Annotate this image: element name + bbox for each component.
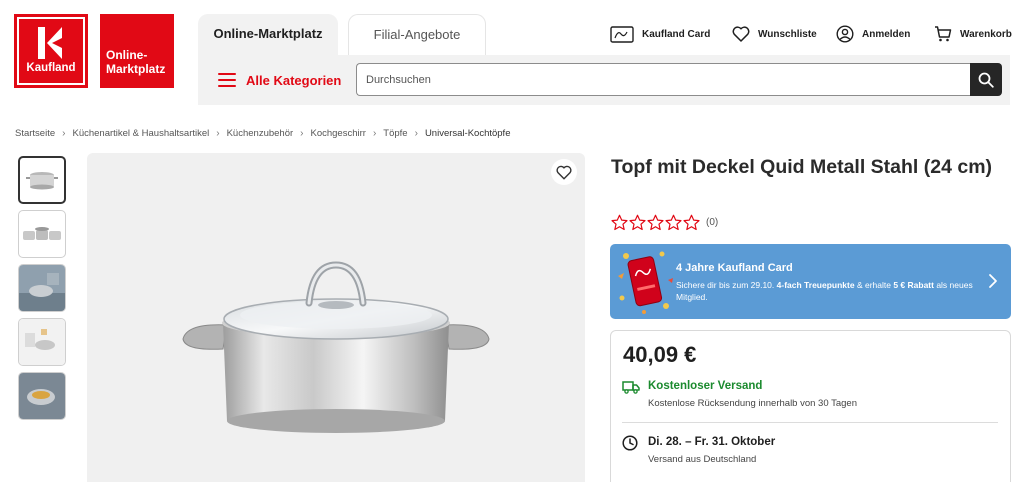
breadcrumb-item[interactable]: Töpfe: [383, 128, 407, 139]
free-shipping-title: Kostenloser Versand: [648, 380, 763, 392]
user-icon: [836, 25, 854, 43]
breadcrumb: Startseite › Küchenartikel & Haushaltsart…: [15, 128, 510, 139]
promo-text-part: Sichere dir bis zum 29.10.: [676, 280, 777, 290]
pot-set-thumbnail-image: [23, 227, 61, 240]
star-icon: [611, 214, 628, 231]
hamburger-icon: [218, 73, 236, 87]
product-thumbnail[interactable]: [18, 318, 66, 366]
chevron-right-icon: ›: [300, 128, 304, 139]
tab-filial-angebote[interactable]: Filial-Angebote: [348, 14, 486, 56]
kaufland-k-icon: [38, 27, 62, 59]
promo-text-part: & erhalte: [854, 280, 894, 290]
breadcrumb-item[interactable]: Startseite: [15, 128, 55, 139]
wishlist-label: Wunschliste: [758, 28, 817, 40]
product-main-image[interactable]: [87, 153, 585, 482]
all-categories-button[interactable]: Alle Kategorien: [218, 70, 341, 90]
cooking-pot-illustration: [182, 261, 490, 433]
breadcrumb-item[interactable]: Kochgeschirr: [311, 128, 366, 139]
delivery-date: Di. 28. – Fr. 31. Oktober: [648, 436, 776, 448]
kitchen-bright-thumbnail-image: [19, 319, 65, 365]
search-input[interactable]: [356, 63, 970, 96]
kaufland-card-label: Kaufland Card: [642, 28, 711, 40]
tab-online-marktplatz[interactable]: Online-Marktplatz: [198, 14, 338, 56]
kaufland-card-promo-illustration: [618, 251, 673, 314]
cart-link[interactable]: Warenkorb: [934, 24, 1012, 44]
chevron-right-icon: ›: [216, 128, 220, 139]
chevron-right-icon: ›: [372, 128, 377, 139]
cooking-thumbnail-image: [19, 373, 65, 419]
search-icon: [978, 72, 994, 88]
kaufland-card-icon: [610, 26, 634, 43]
product-thumbnail[interactable]: [18, 264, 66, 312]
product-thumbnail[interactable]: [18, 210, 66, 258]
product-title: Topf mit Deckel Quid Metall Stahl (24 cm…: [611, 156, 993, 178]
promo-text: Sichere dir bis zum 29.10. 4-fach Treuep…: [676, 279, 981, 303]
heart-icon: [556, 165, 572, 179]
kaufland-card-link[interactable]: Kaufland Card: [610, 24, 710, 44]
clock-icon: [622, 435, 638, 451]
wishlist-link[interactable]: Wunschliste: [732, 24, 817, 44]
chevron-right-icon: [989, 274, 997, 288]
heart-icon: [732, 26, 750, 42]
rating-count: (0): [706, 217, 719, 228]
free-returns-text: Kostenlose Rücksendung innerhalb von 30 …: [648, 398, 857, 409]
kaufland-logo[interactable]: Kaufland: [14, 14, 88, 88]
buy-box-divider: [622, 422, 998, 423]
star-icon: [665, 214, 682, 231]
logo-brand-name: Kaufland: [26, 62, 76, 74]
star-icon: [683, 214, 700, 231]
add-to-wishlist-button[interactable]: [551, 159, 577, 185]
product-price: 40,09 €: [623, 342, 697, 367]
login-label: Anmelden: [862, 28, 911, 40]
promo-title: 4 Jahre Kaufland Card: [676, 262, 793, 274]
breadcrumb-item[interactable]: Küchenartikel & Haushaltsartikel: [72, 128, 209, 139]
chevron-right-icon: ›: [62, 128, 66, 139]
breadcrumb-item[interactable]: Küchenzubehör: [227, 128, 294, 139]
cart-icon: [935, 26, 952, 42]
search-button[interactable]: [970, 63, 1002, 96]
search-bar: [356, 63, 1002, 96]
chevron-right-icon: ›: [414, 128, 418, 139]
promo-text-bold: 5 € Rabatt: [893, 280, 934, 290]
kaufland-card-promo-banner[interactable]: 4 Jahre Kaufland Card Sichere dir bis zu…: [610, 244, 1011, 319]
star-icon: [629, 214, 646, 231]
all-categories-label: Alle Kategorien: [246, 72, 342, 88]
kitchen-scene-thumbnail-image: [19, 265, 65, 311]
promo-text-bold: 4-fach Treuepunkte: [776, 280, 855, 290]
star-icon: [647, 214, 664, 231]
breadcrumb-item-current[interactable]: Universal-Kochtöpfe: [425, 128, 511, 139]
marketplace-logo[interactable]: Online-Marktplatz: [100, 14, 174, 88]
login-link[interactable]: Anmelden: [836, 24, 910, 44]
delivery-truck-icon: [622, 381, 640, 394]
product-thumbnail[interactable]: [18, 372, 66, 420]
product-rating[interactable]: (0): [611, 214, 718, 231]
pot-thumbnail-image: [26, 172, 58, 190]
shipping-origin: Versand aus Deutschland: [648, 454, 757, 465]
product-thumbnail[interactable]: [18, 156, 66, 204]
cart-label: Warenkorb: [960, 28, 1012, 40]
